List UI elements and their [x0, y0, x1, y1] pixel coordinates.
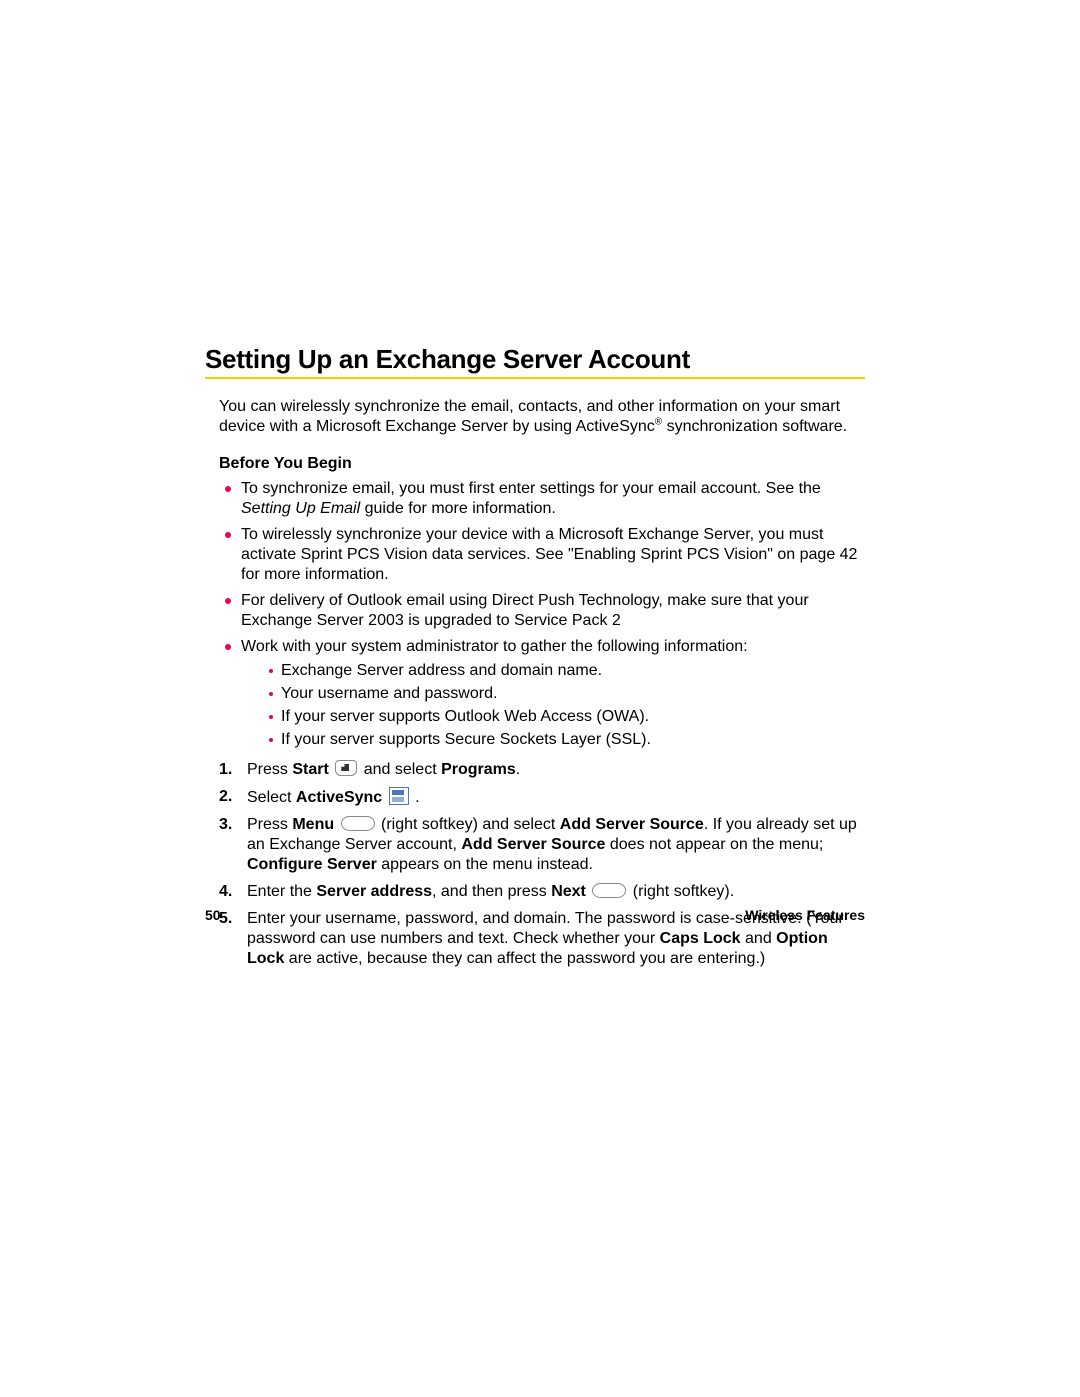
text: guide for more information.	[360, 500, 556, 517]
bold-activesync: ActiveSync	[296, 789, 382, 806]
text: and	[741, 930, 777, 947]
text: , and then press	[432, 883, 551, 900]
section-heading: Setting Up an Exchange Server Account	[205, 344, 865, 375]
steps-list: Press Start and select Programs. Select …	[219, 760, 865, 969]
list-item: To wirelessly synchronize your device wi…	[219, 525, 865, 585]
text: To synchronize email, you must first ent…	[241, 480, 821, 497]
intro-paragraph: You can wirelessly synchronize the email…	[219, 397, 865, 437]
bold-next: Next	[551, 883, 586, 900]
bold-configure-server: Configure Server	[247, 856, 377, 873]
bold-caps-lock: Caps Lock	[660, 930, 741, 947]
emphasis-setting-up-email: Setting Up Email	[241, 500, 360, 517]
softkey-icon	[592, 883, 626, 898]
step-item: Press Start and select Programs.	[219, 760, 865, 780]
list-item: Your username and password.	[241, 684, 865, 704]
before-you-begin-heading: Before You Begin	[219, 455, 865, 473]
text: Work with your system administrator to g…	[241, 638, 748, 655]
list-item: If your server supports Outlook Web Acce…	[241, 707, 865, 727]
bold-add-server-source: Add Server Source	[461, 836, 605, 853]
softkey-icon	[341, 816, 375, 831]
text: appears on the menu instead.	[377, 856, 593, 873]
list-item: For delivery of Outlook email using Dire…	[219, 591, 865, 631]
text: does not appear on the menu;	[605, 836, 823, 853]
list-item: Work with your system administrator to g…	[219, 637, 865, 750]
text: .	[516, 761, 520, 778]
list-item: To synchronize email, you must first ent…	[219, 479, 865, 519]
activesync-icon	[389, 787, 409, 805]
intro-text-tail: synchronization software.	[662, 418, 847, 435]
text: Enter the	[247, 883, 316, 900]
sub-list: Exchange Server address and domain name.…	[241, 661, 865, 750]
step-item: Press Menu (right softkey) and select Ad…	[219, 815, 865, 875]
bold-add-server-source: Add Server Source	[560, 816, 704, 833]
bold-start: Start	[292, 761, 328, 778]
text: Press	[247, 761, 292, 778]
bold-menu: Menu	[292, 816, 334, 833]
step-item: Select ActiveSync .	[219, 787, 865, 808]
heading-rule	[205, 377, 865, 379]
page-footer: 50 Wireless Features	[205, 907, 865, 923]
text: (right softkey).	[628, 883, 734, 900]
text: are active, because they can affect the …	[284, 950, 765, 967]
footer-section-name: Wireless Features	[745, 907, 865, 923]
text: (right softkey) and select	[377, 816, 560, 833]
step-item: Enter the Server address, and then press…	[219, 882, 865, 902]
text: and select	[359, 761, 441, 778]
list-item: If your server supports Secure Sockets L…	[241, 730, 865, 750]
text: Press	[247, 816, 292, 833]
text: Select	[247, 789, 296, 806]
bold-programs: Programs	[441, 761, 516, 778]
page-number: 50	[205, 907, 221, 923]
page-content: Setting Up an Exchange Server Account Yo…	[205, 344, 865, 976]
bold-server-address: Server address	[316, 883, 432, 900]
before-you-begin-list: To synchronize email, you must first ent…	[219, 479, 865, 750]
text: .	[411, 789, 420, 806]
list-item: Exchange Server address and domain name.	[241, 661, 865, 681]
start-key-icon	[335, 760, 357, 776]
